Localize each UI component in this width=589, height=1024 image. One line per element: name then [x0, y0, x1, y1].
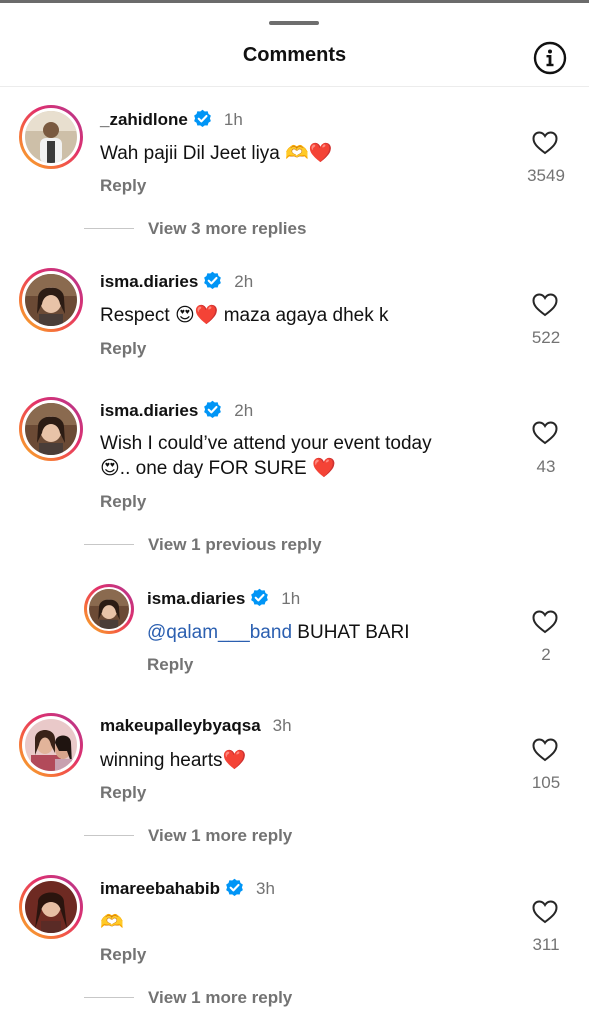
info-icon[interactable]	[533, 41, 567, 75]
avatar[interactable]	[19, 268, 83, 332]
view-replies-label: View 1 more reply	[148, 988, 293, 1007]
comment-text-line: Wish I could’ve attend your event today	[100, 433, 432, 454]
comment-header: imareebahabib 3h	[100, 878, 275, 899]
header: Comments	[0, 40, 589, 76]
avatar[interactable]	[19, 713, 83, 777]
heart-icon[interactable]	[532, 738, 558, 762]
verified-badge-icon	[204, 400, 222, 419]
verified-badge-icon	[193, 109, 211, 128]
heart-icon[interactable]	[532, 293, 558, 317]
comment-text: Respect 😍❤️ maza agaya dhek k	[100, 305, 389, 326]
comment-text: @qalam___band BUHAT BARI	[147, 620, 547, 645]
like-count: 311	[532, 935, 560, 954]
view-replies-button[interactable]: View 3 more replies	[84, 219, 306, 239]
like-count: 2	[541, 645, 551, 664]
avatar[interactable]	[84, 584, 134, 634]
like-count: 522	[531, 328, 561, 347]
username[interactable]: makeupalleybyaqsa	[100, 716, 261, 735]
top-bezel	[0, 0, 589, 3]
comment-text-line: 😍.. one day FOR SURE ❤️	[100, 458, 336, 479]
comment-text: Wish I could’ve attend your event today …	[100, 431, 500, 481]
comment-header: makeupalleybyaqsa 3h	[100, 716, 292, 736]
verified-badge-icon	[204, 271, 222, 290]
username[interactable]: isma.diaries	[100, 272, 198, 291]
reply-thread-line	[84, 835, 134, 836]
username[interactable]: isma.diaries	[100, 401, 198, 420]
reply-button[interactable]: Reply	[147, 655, 193, 675]
verified-badge-icon	[251, 588, 269, 607]
timestamp: 3h	[272, 716, 292, 735]
timestamp: 1h	[281, 589, 301, 608]
reply-thread-line	[84, 544, 134, 545]
view-replies-label: View 1 more reply	[148, 826, 293, 845]
comment-text: Wah pajii Dil Jeet liya 🫶❤️	[100, 143, 333, 164]
comment-header: isma.diaries 1h	[147, 588, 300, 609]
comment-header: isma.diaries 2h	[100, 271, 253, 292]
reply-button[interactable]: Reply	[100, 176, 146, 196]
heart-icon[interactable]	[532, 900, 558, 924]
reply-thread-line	[84, 997, 134, 998]
reply-button[interactable]: Reply	[100, 339, 146, 359]
timestamp: 2h	[234, 401, 254, 420]
view-replies-button[interactable]: View 1 more reply	[84, 826, 292, 846]
reply-thread-line	[84, 228, 134, 229]
comment-text: 🫶	[100, 912, 124, 933]
view-replies-label: View 3 more replies	[148, 219, 307, 238]
view-replies-button[interactable]: View 1 more reply	[84, 988, 292, 1008]
comment-header: _zahidlone 1h	[100, 109, 243, 130]
avatar[interactable]	[19, 875, 83, 939]
timestamp: 3h	[256, 879, 275, 898]
comments-sheet: Comments _zahidlone 1h Wah pajii Dil Jee…	[0, 0, 589, 1024]
like-count: 3549	[527, 166, 565, 185]
like-count: 105	[531, 773, 561, 792]
comment-text: winning hearts❤️	[100, 750, 247, 771]
view-replies-button[interactable]: View 1 previous reply	[84, 535, 322, 555]
username[interactable]: _zahidlone	[100, 110, 188, 129]
drag-handle[interactable]	[269, 21, 319, 25]
reply-button[interactable]: Reply	[100, 945, 146, 965]
heart-icon[interactable]	[532, 421, 558, 445]
view-replies-label: View 1 previous reply	[148, 535, 322, 554]
username[interactable]: isma.diaries	[147, 589, 245, 608]
like-count: 43	[536, 457, 556, 476]
header-divider	[0, 86, 589, 87]
verified-badge-icon	[226, 878, 243, 897]
username[interactable]: imareebahabib	[100, 879, 220, 898]
heart-icon[interactable]	[532, 131, 558, 155]
reply-button[interactable]: Reply	[100, 492, 146, 512]
timestamp: 1h	[223, 110, 243, 129]
comment-header: isma.diaries 2h	[100, 400, 253, 421]
reply-button[interactable]: Reply	[100, 783, 146, 803]
avatar[interactable]	[19, 397, 83, 461]
timestamp: 2h	[234, 272, 254, 291]
heart-icon[interactable]	[532, 610, 558, 634]
comment-text-body: BUHAT BARI	[292, 622, 410, 643]
page-title: Comments	[242, 44, 347, 66]
mention-link[interactable]: @qalam___band	[147, 622, 292, 643]
avatar[interactable]	[19, 105, 83, 169]
